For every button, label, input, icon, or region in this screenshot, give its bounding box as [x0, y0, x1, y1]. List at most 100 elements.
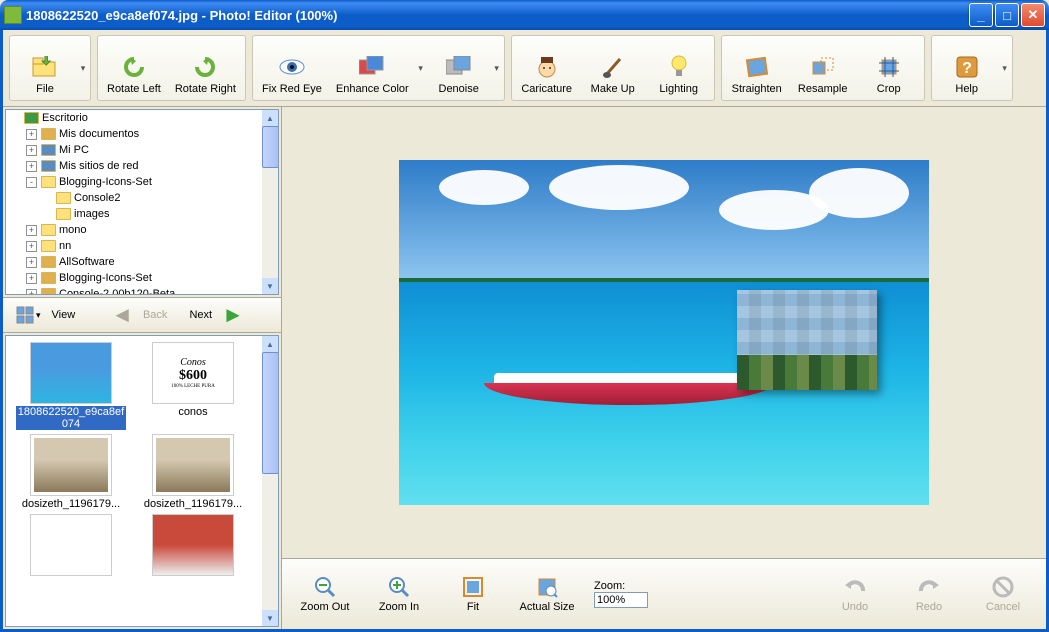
scroll-up-icon[interactable]: ▲	[262, 110, 278, 126]
tree-item[interactable]: +mono	[6, 222, 278, 238]
zoom-input[interactable]	[594, 592, 648, 608]
zip-icon	[40, 254, 56, 270]
back-label: Back	[143, 309, 167, 321]
folder-icon	[55, 206, 71, 222]
minimize-button[interactable]: _	[969, 3, 993, 27]
straighten-button[interactable]: Straighten	[724, 38, 790, 98]
tree-item[interactable]: + nn	[6, 238, 278, 254]
tree-item[interactable]: Escritorio	[6, 110, 278, 126]
tree-label: Escritorio	[42, 112, 88, 124]
enhance-color-button[interactable]: Enhance Color	[329, 38, 416, 98]
actual-size-icon	[535, 575, 559, 599]
file-dropdown[interactable]: ▾	[78, 38, 88, 98]
makeup-button[interactable]: Make Up	[580, 38, 646, 98]
scroll-down-icon[interactable]: ▼	[262, 278, 278, 294]
expand-icon[interactable]: +	[26, 257, 37, 268]
thumbnail-item[interactable]: dosizeth_1196179...	[134, 434, 252, 510]
rotate-right-icon	[191, 53, 219, 81]
scroll-thumb[interactable]	[262, 126, 279, 168]
tree-label: Mi PC	[59, 144, 89, 156]
lighting-button[interactable]: Lighting	[646, 38, 712, 98]
straighten-icon	[743, 53, 771, 81]
tree-item[interactable]: + Mis sitios de red	[6, 158, 278, 174]
file-button[interactable]: File	[12, 38, 78, 98]
tree-item[interactable]: Console2	[6, 190, 278, 206]
expand-icon[interactable]: -	[26, 177, 37, 188]
fit-button[interactable]: Fit	[438, 565, 508, 623]
rotate-left-button[interactable]: Rotate Left	[100, 38, 168, 98]
thumbnail-item[interactable]: 1808622520_e9ca8ef074	[12, 342, 130, 430]
resample-button[interactable]: Resample	[790, 38, 856, 98]
actual-size-button[interactable]: Actual Size	[512, 565, 582, 623]
expand-icon[interactable]: +	[26, 145, 37, 156]
tree-item[interactable]: +Console-2.00b120-Beta	[6, 286, 278, 295]
expand-icon[interactable]: +	[26, 161, 37, 172]
expand-icon[interactable]: +	[26, 241, 37, 252]
tree-item[interactable]: + Mi PC	[6, 142, 278, 158]
scroll-thumb[interactable]	[262, 352, 279, 474]
nav-bar: ▾ View ◄ Back Next ►	[3, 297, 281, 333]
image-canvas[interactable]	[282, 107, 1046, 558]
scroll-down-icon[interactable]: ▼	[262, 610, 278, 626]
thumbnail-item[interactable]	[12, 514, 130, 578]
close-button[interactable]: ✕	[1021, 3, 1045, 27]
folder-icon	[55, 190, 71, 206]
scroll-up-icon[interactable]: ▲	[262, 336, 278, 352]
fit-icon	[461, 575, 485, 599]
denoise-dropdown[interactable]: ▾	[492, 38, 502, 98]
tree-item[interactable]: + Mis documentos	[6, 126, 278, 142]
face-icon	[533, 53, 561, 81]
tree-label: Mis documentos	[59, 128, 139, 140]
crop-button[interactable]: Crop	[856, 38, 922, 98]
back-arrow-icon[interactable]: ◄	[107, 302, 137, 328]
tree-item[interactable]: +Blogging-Icons-Set	[6, 270, 278, 286]
thumbnail-item[interactable]: dosizeth_1196179...	[12, 434, 130, 510]
rotate-right-button[interactable]: Rotate Right	[168, 38, 243, 98]
tree-scrollbar[interactable]: ▲ ▼	[262, 110, 278, 294]
cancel-button[interactable]: Cancel	[968, 565, 1038, 623]
denoise-button[interactable]: Denoise	[426, 38, 492, 98]
cancel-icon	[991, 575, 1015, 599]
tree-item[interactable]: -Blogging-Icons-Set	[6, 174, 278, 190]
help-button[interactable]: ? Help	[934, 38, 1000, 98]
denoise-icon	[445, 53, 473, 81]
next-arrow-icon[interactable]: ►	[218, 302, 248, 328]
enhance-dropdown[interactable]: ▾	[416, 38, 426, 98]
thumb-scrollbar[interactable]: ▲ ▼	[262, 336, 278, 626]
expand-icon[interactable]: +	[26, 273, 37, 284]
color-icon	[358, 53, 386, 81]
thumbnail-image	[152, 514, 234, 576]
undo-icon	[843, 575, 867, 599]
zoom-overlay	[737, 290, 877, 390]
bulb-icon	[665, 53, 693, 81]
expand-icon[interactable]: +	[26, 225, 37, 236]
tree-label: nn	[59, 240, 71, 252]
thumbnail-item[interactable]: Conos$600100% LECHE PURAconos	[134, 342, 252, 430]
brush-icon	[599, 53, 627, 81]
fix-red-eye-button[interactable]: Fix Red Eye	[255, 38, 329, 98]
thumbnail-image	[30, 434, 112, 496]
svg-text:?: ?	[962, 60, 972, 77]
expand-icon[interactable]: +	[26, 289, 37, 296]
caricature-button[interactable]: Caricature	[514, 38, 580, 98]
zoom-in-button[interactable]: Zoom In	[364, 565, 434, 623]
rotate-left-icon	[120, 53, 148, 81]
tree-label: AllSoftware	[59, 256, 115, 268]
tree-item[interactable]: + AllSoftware	[6, 254, 278, 270]
thumbnail-pane[interactable]: 1808622520_e9ca8ef074Conos$600100% LECHE…	[5, 335, 279, 627]
maximize-button[interactable]: □	[995, 3, 1019, 27]
undo-button[interactable]: Undo	[820, 565, 890, 623]
zoom-out-button[interactable]: Zoom Out	[290, 565, 360, 623]
tree-label: Mis sitios de red	[59, 160, 138, 172]
folder-icon	[40, 174, 56, 190]
thumbnail-item[interactable]	[134, 514, 252, 578]
help-dropdown[interactable]: ▾	[1000, 38, 1010, 98]
folder-tree[interactable]: Escritorio + Mis documentos + Mi PC + Mis siti…	[5, 109, 279, 295]
app-icon	[4, 6, 22, 24]
thumbnail-label: dosizeth_1196179...	[16, 498, 126, 510]
tree-item[interactable]: images	[6, 206, 278, 222]
bottom-toolbar: Zoom Out Zoom In Fit Actual Size Zoom:	[282, 558, 1046, 629]
redo-button[interactable]: Redo	[894, 565, 964, 623]
view-button[interactable]: ▾	[11, 303, 46, 327]
expand-icon[interactable]: +	[26, 129, 37, 140]
